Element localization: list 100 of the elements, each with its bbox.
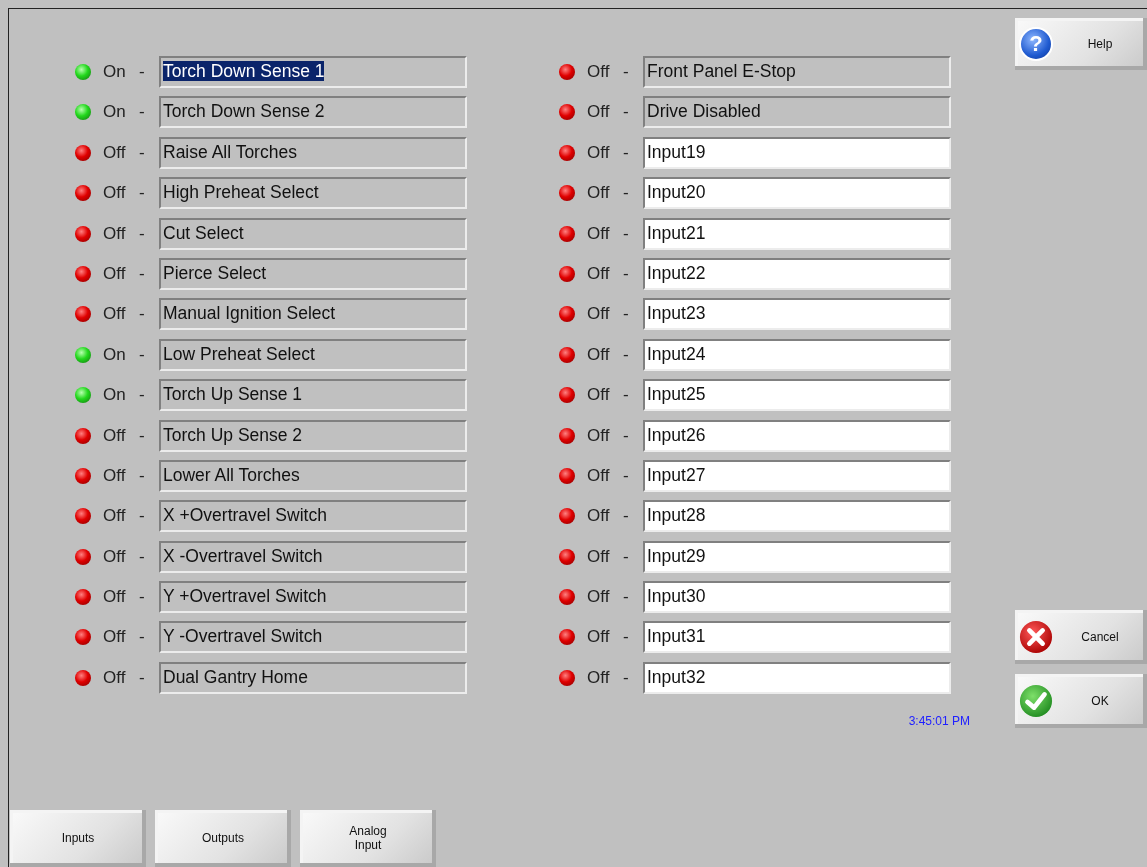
status-text: Off [103,465,127,486]
status-text: Off [103,546,127,567]
input-name-field[interactable]: Manual Ignition Select [159,298,467,331]
separator-text: - [623,587,630,608]
status-text: Off [587,587,611,608]
input-name-field[interactable]: Pierce Select [159,257,467,290]
input-name-field[interactable]: Input24 [643,338,951,371]
status-text: Off [587,506,611,527]
help-button[interactable]: ? Help [1015,18,1147,70]
separator-text: - [623,183,630,204]
separator-text: - [139,62,146,82]
status-text: Off [587,263,611,284]
input-name-field[interactable]: Input30 [643,581,951,614]
separator-text: - [623,465,630,486]
status-text: Off [103,627,127,648]
status-text: Off [103,304,127,325]
status-text: On [103,62,127,82]
separator-text: - [139,344,146,365]
separator-text: - [623,263,630,284]
input-name-field[interactable]: Input32 [643,661,951,694]
status-text: On [103,344,127,365]
ok-button[interactable]: OK [1015,674,1147,728]
input-name-field[interactable]: Input27 [643,459,951,492]
input-name-field[interactable]: Torch Up Sense 1 [159,379,467,412]
separator-text: - [139,183,146,204]
input-name-field[interactable]: High Preheat Select [159,177,467,210]
input-name-field[interactable]: Raise All Torches [159,136,467,169]
separator-text: - [623,102,630,123]
status-text: Off [587,667,611,688]
tab-button[interactable]: Analog Input [300,810,436,867]
input-name-field[interactable]: Torch Down Sense 1 [159,56,467,88]
status-text: Off [587,102,611,123]
status-text: Off [587,627,611,648]
close-icon [1019,620,1053,654]
separator-text: - [623,142,630,163]
status-text: Off [587,183,611,204]
input-name-field[interactable]: Input26 [643,419,951,452]
status-text: Off [103,506,127,527]
checkmark-icon [1019,684,1053,718]
separator-text: - [139,546,146,567]
separator-text: - [139,425,146,446]
status-text: On [103,385,127,406]
status-text: Off [587,465,611,486]
separator-text: - [623,385,630,406]
status-text: Off [103,142,127,163]
separator-text: - [623,62,630,82]
separator-text: - [139,385,146,406]
status-text: Off [587,546,611,567]
input-name-field[interactable]: Dual Gantry Home [159,661,467,694]
separator-text: - [623,223,630,244]
input-name-field[interactable]: Input20 [643,177,951,210]
input-name-field[interactable]: X -Overtravel Switch [159,540,467,573]
input-name-field[interactable]: Front Panel E-Stop [643,56,951,88]
input-name-field[interactable]: Torch Down Sense 2 [159,96,467,129]
status-text: Off [587,223,611,244]
separator-text: - [623,344,630,365]
separator-text: - [139,223,146,244]
status-text: Off [103,587,127,608]
input-name-field[interactable]: Y -Overtravel Switch [159,621,467,654]
input-name-field[interactable]: Cut Select [159,217,467,250]
status-text: Off [103,667,127,688]
cancel-button[interactable]: Cancel [1015,610,1147,664]
separator-text: - [139,465,146,486]
tab-button[interactable]: Inputs [10,810,146,867]
separator-text: - [139,102,146,123]
status-text: Off [587,142,611,163]
input-name-field[interactable]: Y +Overtravel Switch [159,581,467,614]
input-name-field[interactable]: Drive Disabled [643,96,951,129]
tab-button[interactable]: Outputs [155,810,291,867]
separator-text: - [139,263,146,284]
input-name-field[interactable]: Lower All Torches [159,459,467,492]
input-name-field[interactable]: Low Preheat Select [159,338,467,371]
input-name-field[interactable]: Torch Up Sense 2 [159,419,467,452]
separator-text: - [139,587,146,608]
input-name-field[interactable]: Input23 [643,298,951,331]
input-name-field[interactable]: Input19 [643,136,951,169]
separator-text: - [139,667,146,688]
status-text: On [103,102,127,123]
separator-text: - [139,506,146,527]
status-text: Off [587,385,611,406]
input-name-field[interactable]: Input25 [643,379,951,412]
separator-text: - [623,425,630,446]
separator-text: - [623,667,630,688]
clock-time: 3:45:01 PM [908,713,970,728]
input-name-field[interactable]: Input29 [643,540,951,573]
separator-text: - [623,546,630,567]
separator-text: - [139,142,146,163]
status-text: Off [587,304,611,325]
input-name-field[interactable]: X +Overtravel Switch [159,500,467,533]
input-name-field[interactable]: Input22 [643,257,951,290]
separator-text: - [139,627,146,648]
status-text: Off [587,344,611,365]
separator-text: - [623,304,630,325]
input-name-field[interactable]: Input21 [643,217,951,250]
input-name-field[interactable]: Input31 [643,621,951,654]
separator-text: - [139,304,146,325]
input-name-field[interactable]: Input28 [643,500,951,533]
status-text: Off [103,183,127,204]
help-icon: ? [1019,27,1053,61]
status-text: Off [587,425,611,446]
